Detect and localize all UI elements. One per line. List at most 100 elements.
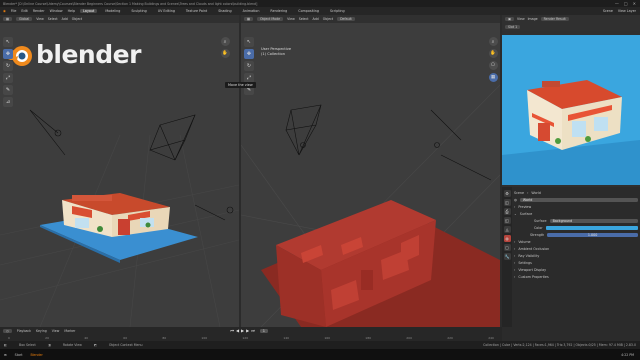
mid-perspective-toggle-icon[interactable]: ▦ <box>488 73 498 82</box>
mid-zoom-icon[interactable]: ⌕ <box>488 37 498 46</box>
world-color-swatch[interactable] <box>545 225 638 230</box>
menu-render[interactable]: Render <box>33 9 45 13</box>
mid-move-tool-icon[interactable]: ✥ <box>244 49 254 59</box>
timeline-menu-view[interactable]: View <box>52 329 60 333</box>
collapse-arrow-icon: › <box>514 204 516 209</box>
step-back-icon[interactable]: ◀ <box>236 328 239 333</box>
render-tab-icon[interactable]: ◫ <box>503 199 511 206</box>
menu-file[interactable]: File <box>11 9 17 13</box>
taskbar-blender[interactable]: Blender <box>30 353 42 357</box>
tab-rendering[interactable]: Rendering <box>267 9 290 13</box>
tab-scripting[interactable]: Scripting <box>327 9 348 13</box>
scene-tab-icon[interactable]: ◬ <box>503 226 511 233</box>
viewport-display-panel-header[interactable]: › Viewport Display <box>514 266 638 273</box>
jump-start-icon[interactable]: ⏮ <box>230 328 234 333</box>
preview-panel-header[interactable]: › Preview <box>514 203 638 210</box>
menu-window[interactable]: Window <box>50 9 63 13</box>
image-menu-view[interactable]: View <box>517 17 525 21</box>
maximize-button[interactable]: □ <box>624 1 628 6</box>
mid-rotate-tool-icon[interactable]: ↻ <box>244 61 254 71</box>
playback-controls: ⏮ ◀ ▶ ▶ ⏭ <box>230 328 254 333</box>
step-forward-icon[interactable]: ▶ <box>246 328 249 333</box>
left-select-tool-icon[interactable]: ↖ <box>3 37 13 47</box>
left-menu-add[interactable]: Add <box>62 17 68 21</box>
strength-slider[interactable]: 1.000 <box>547 232 638 237</box>
mid-orientation-dropdown[interactable]: Default <box>337 17 355 21</box>
mid-camera-icon[interactable]: ⎔ <box>488 61 498 70</box>
custom-properties-panel-header[interactable]: › Custom Properties <box>514 273 638 280</box>
view-layer-tab-icon[interactable]: ◱ <box>503 217 511 224</box>
menu-help[interactable]: Help <box>68 9 76 13</box>
top-menubar: ◉ File Edit Render Window Help Layout Mo… <box>0 7 640 15</box>
render-result-field[interactable]: Render Result <box>540 17 569 21</box>
mid-select-tool-icon[interactable]: ↖ <box>244 37 254 47</box>
tab-texture-paint[interactable]: Texture Paint <box>183 9 210 13</box>
scene-selector[interactable]: Scene <box>603 9 613 13</box>
ao-panel-header[interactable]: › Ambient Occlusion <box>514 245 638 252</box>
mid-editor-type-dropdown[interactable]: ▦ <box>244 17 254 21</box>
tab-sculpting[interactable]: Sculpting <box>128 9 149 13</box>
timeline-editor-type-dropdown[interactable]: ◷ <box>3 328 12 333</box>
viewport-overlay-text: User Perspective (1) Collection <box>261 47 291 57</box>
blender-menu-icon[interactable]: ◉ <box>3 9 6 13</box>
object-tab-icon[interactable]: ▢ <box>503 244 511 251</box>
image-editor-type-dropdown[interactable]: ▣ <box>505 17 515 21</box>
tab-uv-editing[interactable]: UV Editing <box>155 9 178 13</box>
current-frame-field[interactable]: 1 <box>259 328 268 333</box>
left-3d-viewport[interactable]: ▦ Global View Select Add Object blender … <box>0 15 239 327</box>
left-pan-icon[interactable]: ✋ <box>220 49 230 58</box>
settings-panel-header[interactable]: › Settings <box>514 259 638 266</box>
left-editor-type-dropdown[interactable]: ▦ <box>3 17 13 21</box>
left-measure-tool-icon[interactable]: ⊿ <box>3 97 13 107</box>
left-menu-select[interactable]: Select <box>48 17 58 21</box>
ruler-tick: 80 <box>162 335 167 340</box>
volume-label: Volume <box>518 239 531 244</box>
left-rotate-tool-icon[interactable]: ↻ <box>3 61 13 71</box>
mid-3d-viewport[interactable]: ▦ Object Mode View Select Add Object Def… <box>241 15 500 327</box>
timeline-menu-marker[interactable]: Marker <box>64 329 75 333</box>
timeline-menu-playback[interactable]: Playback <box>17 329 31 333</box>
tool-tab-icon[interactable]: ⚙ <box>503 190 511 197</box>
tab-animation[interactable]: Animation <box>240 9 263 13</box>
windows-start-icon[interactable]: ⊞ <box>4 353 7 357</box>
left-scale-tool-icon[interactable]: ⤢ <box>3 73 13 83</box>
timeline-editor[interactable]: ◷ Playback Keying View Marker ⏮ ◀ ▶ ▶ ⏭ … <box>0 327 502 341</box>
tab-modeling[interactable]: Modeling <box>102 9 123 13</box>
scene-crumb: Scene <box>514 190 525 195</box>
timeline-menu-keying[interactable]: Keying <box>36 329 47 333</box>
mid-menu-select[interactable]: Select <box>299 17 309 21</box>
left-zoom-icon[interactable]: ⌕ <box>220 37 230 46</box>
surface-shader-field[interactable]: Background <box>549 218 638 223</box>
menu-edit[interactable]: Edit <box>21 9 27 13</box>
image-menu-image[interactable]: Image <box>528 17 538 21</box>
tab-layout[interactable]: Layout <box>80 9 98 13</box>
taskbar-start[interactable]: Start <box>15 353 23 357</box>
left-annotate-tool-icon[interactable]: ✎ <box>3 85 13 95</box>
ruler-tick: 0 <box>8 335 10 340</box>
world-name-field[interactable]: World <box>519 197 638 202</box>
left-menu-view[interactable]: View <box>36 17 44 21</box>
modifier-tab-icon[interactable]: 🔧 <box>503 253 511 260</box>
minimize-button[interactable]: — <box>615 1 619 6</box>
render-slot-dropdown[interactable]: Slot 1 <box>505 25 521 29</box>
volume-panel-header[interactable]: › Volume <box>514 238 638 245</box>
mid-mode-dropdown[interactable]: Object Mode <box>257 17 284 21</box>
mid-menu-view[interactable]: View <box>287 17 295 21</box>
view-layer-selector[interactable]: View Layer <box>618 9 640 13</box>
jump-end-icon[interactable]: ⏭ <box>251 328 255 333</box>
tab-shading[interactable]: Shading <box>215 9 234 13</box>
tab-compositing[interactable]: Compositing <box>295 9 322 13</box>
mid-pan-icon[interactable]: ✋ <box>488 49 498 58</box>
left-orientation-dropdown[interactable]: Global <box>16 17 33 21</box>
mid-menu-add[interactable]: Add <box>313 17 319 21</box>
world-tab-icon[interactable]: ◍ <box>503 235 511 242</box>
surface-panel-header[interactable]: ⌄ Surface <box>514 210 638 217</box>
output-tab-icon[interactable]: ⎙ <box>503 208 511 215</box>
left-move-tool-icon[interactable]: ✥ <box>3 49 13 59</box>
close-button[interactable]: ✕ <box>633 1 636 6</box>
ray-visibility-panel-header[interactable]: › Ray Visibility <box>514 252 638 259</box>
left-menu-object[interactable]: Object <box>72 17 82 21</box>
play-icon[interactable]: ▶ <box>241 328 244 333</box>
mid-menu-object[interactable]: Object <box>323 17 333 21</box>
preview-label: Preview <box>518 204 532 209</box>
